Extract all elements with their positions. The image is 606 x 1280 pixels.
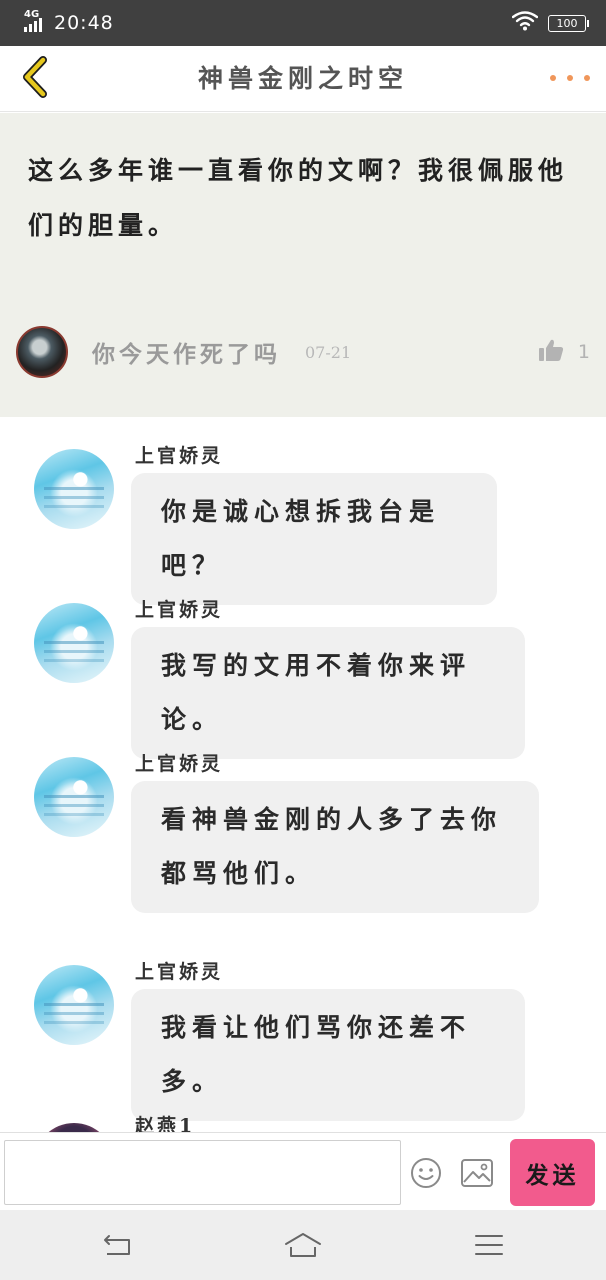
more-button[interactable] xyxy=(550,66,590,90)
chevron-left-icon xyxy=(19,56,49,102)
comment-input[interactable] xyxy=(4,1140,401,1205)
home-icon[interactable] xyxy=(283,1227,323,1263)
status-bar: 4G 20:48 100 xyxy=(0,0,606,46)
avatar[interactable] xyxy=(34,965,114,1045)
thumbs-up-icon xyxy=(538,338,564,367)
send-button[interactable]: 发送 xyxy=(510,1139,595,1206)
image-icon[interactable] xyxy=(460,1158,494,1188)
status-left: 4G 20:48 xyxy=(24,10,114,34)
origin-date: 07-21 xyxy=(305,342,352,362)
origin-comment-meta: 你今天作死了吗 07-21 1 xyxy=(16,325,590,379)
back-icon[interactable] xyxy=(97,1227,137,1263)
wifi-icon xyxy=(511,11,539,35)
avatar[interactable] xyxy=(34,1123,114,1132)
reply-author[interactable]: 上官娇灵 xyxy=(135,441,223,468)
like-button[interactable]: 1 xyxy=(538,338,590,367)
origin-author[interactable]: 你今天作死了吗 xyxy=(92,335,281,369)
avatar[interactable] xyxy=(34,449,114,529)
status-time: 20:48 xyxy=(54,12,114,34)
page-title: 神兽金刚之时空 xyxy=(197,64,408,93)
reply-bubble: 你是诚心想拆我台是吧？ xyxy=(131,473,497,605)
reply-author[interactable]: 赵燕1 xyxy=(135,1111,195,1132)
more-dots-icon xyxy=(550,75,556,81)
system-nav-bar xyxy=(0,1210,606,1280)
like-count: 1 xyxy=(577,341,590,363)
reply-bubble: 我写的文用不着你来评论。 xyxy=(131,627,525,759)
menu-icon[interactable] xyxy=(469,1227,509,1263)
avatar[interactable] xyxy=(34,603,114,683)
emoji-icon[interactable] xyxy=(410,1157,442,1189)
origin-comment: 这么多年谁一直看你的文啊？我很佩服他们的胆量。 你今天作死了吗 07-21 1 xyxy=(0,113,606,417)
reply-bubble: 看神兽金刚的人多了去你都骂他们。 xyxy=(131,781,539,913)
header: 神兽金刚之时空 xyxy=(0,46,606,112)
input-bar: 发送 xyxy=(0,1132,606,1210)
battery-icon: 100 xyxy=(548,14,589,32)
reply-author[interactable]: 上官娇灵 xyxy=(135,595,223,622)
status-right: 100 xyxy=(511,11,589,35)
reply-bubble: 我看让他们骂你还差不多。 xyxy=(131,989,525,1121)
reply-list[interactable]: 上官娇灵 你是诚心想拆我台是吧？ 上官娇灵 我写的文用不着你来评论。 上官娇灵 … xyxy=(0,417,606,1132)
signal-icon: 4G xyxy=(24,10,48,34)
avatar[interactable] xyxy=(16,326,68,378)
reply-author[interactable]: 上官娇灵 xyxy=(135,957,223,984)
reply-author[interactable]: 上官娇灵 xyxy=(135,749,223,776)
avatar[interactable] xyxy=(34,757,114,837)
back-button[interactable] xyxy=(12,54,56,104)
origin-comment-text: 这么多年谁一直看你的文啊？我很佩服他们的胆量。 xyxy=(28,156,569,240)
